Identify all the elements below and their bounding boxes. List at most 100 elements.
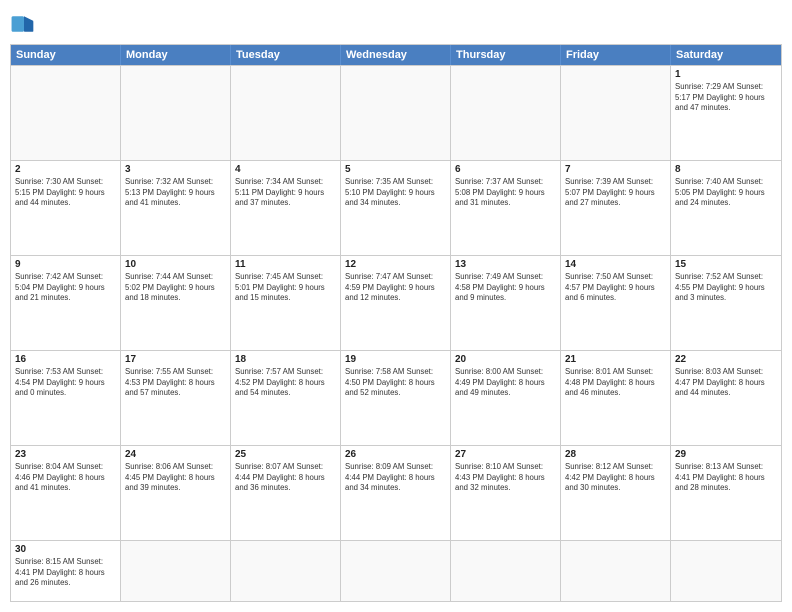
calendar: SundayMondayTuesdayWednesdayThursdayFrid… bbox=[10, 44, 782, 602]
calendar-week-2: 2 Sunrise: 7:30 AM Sunset: 5:15 PM Daylig… bbox=[11, 160, 781, 255]
day-number: 6 bbox=[455, 164, 556, 175]
day-info: Sunrise: 7:32 AM Sunset: 5:13 PM Dayligh… bbox=[125, 177, 226, 209]
day-info: Sunrise: 8:15 AM Sunset: 4:41 PM Dayligh… bbox=[15, 557, 116, 589]
calendar-header: SundayMondayTuesdayWednesdayThursdayFrid… bbox=[11, 45, 781, 65]
header-day-sunday: Sunday bbox=[11, 45, 121, 65]
day-number: 1 bbox=[675, 69, 777, 80]
day-info: Sunrise: 8:12 AM Sunset: 4:42 PM Dayligh… bbox=[565, 462, 666, 494]
day-number: 26 bbox=[345, 449, 446, 460]
logo-icon bbox=[10, 10, 38, 38]
day-info: Sunrise: 7:29 AM Sunset: 5:17 PM Dayligh… bbox=[675, 82, 777, 114]
page-header bbox=[10, 10, 782, 38]
day-number: 5 bbox=[345, 164, 446, 175]
calendar-week-1: 1 Sunrise: 7:29 AM Sunset: 5:17 PM Daylig… bbox=[11, 65, 781, 160]
day-info: Sunrise: 7:53 AM Sunset: 4:54 PM Dayligh… bbox=[15, 367, 116, 399]
calendar-cell: 23 Sunrise: 8:04 AM Sunset: 4:46 PM Dayli… bbox=[11, 446, 121, 540]
day-number: 19 bbox=[345, 354, 446, 365]
day-number: 11 bbox=[235, 259, 336, 270]
day-info: Sunrise: 7:49 AM Sunset: 4:58 PM Dayligh… bbox=[455, 272, 556, 304]
day-info: Sunrise: 8:07 AM Sunset: 4:44 PM Dayligh… bbox=[235, 462, 336, 494]
calendar-cell bbox=[671, 541, 781, 601]
calendar-cell bbox=[11, 66, 121, 160]
day-info: Sunrise: 8:00 AM Sunset: 4:49 PM Dayligh… bbox=[455, 367, 556, 399]
day-info: Sunrise: 7:40 AM Sunset: 5:05 PM Dayligh… bbox=[675, 177, 777, 209]
calendar-cell: 3Sunrise: 7:32 AM Sunset: 5:13 PM Daylig… bbox=[121, 161, 231, 255]
day-number: 28 bbox=[565, 449, 666, 460]
day-info: Sunrise: 7:34 AM Sunset: 5:11 PM Dayligh… bbox=[235, 177, 336, 209]
day-number: 8 bbox=[675, 164, 777, 175]
day-number: 22 bbox=[675, 354, 777, 365]
day-info: Sunrise: 8:13 AM Sunset: 4:41 PM Dayligh… bbox=[675, 462, 777, 494]
calendar-cell: 19Sunrise: 7:58 AM Sunset: 4:50 PM Dayli… bbox=[341, 351, 451, 445]
calendar-cell: 20 Sunrise: 8:00 AM Sunset: 4:49 PM Dayli… bbox=[451, 351, 561, 445]
calendar-cell: 4Sunrise: 7:34 AM Sunset: 5:11 PM Daylig… bbox=[231, 161, 341, 255]
day-number: 18 bbox=[235, 354, 336, 365]
header-day-wednesday: Wednesday bbox=[341, 45, 451, 65]
calendar-cell: 12Sunrise: 7:47 AM Sunset: 4:59 PM Dayli… bbox=[341, 256, 451, 350]
calendar-cell: 6 Sunrise: 7:37 AM Sunset: 5:08 PM Daylig… bbox=[451, 161, 561, 255]
day-number: 12 bbox=[345, 259, 446, 270]
calendar-cell: 30Sunrise: 8:15 AM Sunset: 4:41 PM Dayli… bbox=[11, 541, 121, 601]
day-number: 7 bbox=[565, 164, 666, 175]
calendar-cell: 24Sunrise: 8:06 AM Sunset: 4:45 PM Dayli… bbox=[121, 446, 231, 540]
calendar-cell: 10Sunrise: 7:44 AM Sunset: 5:02 PM Dayli… bbox=[121, 256, 231, 350]
calendar-cell bbox=[561, 66, 671, 160]
day-number: 2 bbox=[15, 164, 116, 175]
calendar-cell: 15 Sunrise: 7:52 AM Sunset: 4:55 PM Dayli… bbox=[671, 256, 781, 350]
calendar-cell: 29 Sunrise: 8:13 AM Sunset: 4:41 PM Dayli… bbox=[671, 446, 781, 540]
day-number: 17 bbox=[125, 354, 226, 365]
day-number: 15 bbox=[675, 259, 777, 270]
day-info: Sunrise: 8:04 AM Sunset: 4:46 PM Dayligh… bbox=[15, 462, 116, 494]
day-info: Sunrise: 7:50 AM Sunset: 4:57 PM Dayligh… bbox=[565, 272, 666, 304]
day-number: 9 bbox=[15, 259, 116, 270]
calendar-week-5: 23 Sunrise: 8:04 AM Sunset: 4:46 PM Dayli… bbox=[11, 445, 781, 540]
day-info: Sunrise: 7:44 AM Sunset: 5:02 PM Dayligh… bbox=[125, 272, 226, 304]
calendar-cell bbox=[341, 66, 451, 160]
day-number: 20 bbox=[455, 354, 556, 365]
calendar-cell: 26 Sunrise: 8:09 AM Sunset: 4:44 PM Dayli… bbox=[341, 446, 451, 540]
calendar-cell: 5Sunrise: 7:35 AM Sunset: 5:10 PM Daylig… bbox=[341, 161, 451, 255]
day-info: Sunrise: 7:39 AM Sunset: 5:07 PM Dayligh… bbox=[565, 177, 666, 209]
calendar-cell bbox=[561, 541, 671, 601]
day-number: 29 bbox=[675, 449, 777, 460]
header-day-monday: Monday bbox=[121, 45, 231, 65]
calendar-cell bbox=[451, 541, 561, 601]
day-number: 27 bbox=[455, 449, 556, 460]
calendar-cell: 16Sunrise: 7:53 AM Sunset: 4:54 PM Dayli… bbox=[11, 351, 121, 445]
day-info: Sunrise: 7:45 AM Sunset: 5:01 PM Dayligh… bbox=[235, 272, 336, 304]
day-info: Sunrise: 8:03 AM Sunset: 4:47 PM Dayligh… bbox=[675, 367, 777, 399]
day-number: 13 bbox=[455, 259, 556, 270]
calendar-cell: 1 Sunrise: 7:29 AM Sunset: 5:17 PM Daylig… bbox=[671, 66, 781, 160]
day-info: Sunrise: 8:10 AM Sunset: 4:43 PM Dayligh… bbox=[455, 462, 556, 494]
calendar-cell: 27 Sunrise: 8:10 AM Sunset: 4:43 PM Dayli… bbox=[451, 446, 561, 540]
day-info: Sunrise: 8:01 AM Sunset: 4:48 PM Dayligh… bbox=[565, 367, 666, 399]
calendar-cell: 2 Sunrise: 7:30 AM Sunset: 5:15 PM Daylig… bbox=[11, 161, 121, 255]
calendar-cell bbox=[341, 541, 451, 601]
day-info: Sunrise: 8:09 AM Sunset: 4:44 PM Dayligh… bbox=[345, 462, 446, 494]
day-number: 23 bbox=[15, 449, 116, 460]
calendar-cell: 21 Sunrise: 8:01 AM Sunset: 4:48 PM Dayli… bbox=[561, 351, 671, 445]
day-number: 25 bbox=[235, 449, 336, 460]
calendar-cell: 8 Sunrise: 7:40 AM Sunset: 5:05 PM Daylig… bbox=[671, 161, 781, 255]
day-info: Sunrise: 7:37 AM Sunset: 5:08 PM Dayligh… bbox=[455, 177, 556, 209]
calendar-week-6: 30Sunrise: 8:15 AM Sunset: 4:41 PM Dayli… bbox=[11, 540, 781, 601]
header-day-thursday: Thursday bbox=[451, 45, 561, 65]
calendar-cell: 28 Sunrise: 8:12 AM Sunset: 4:42 PM Dayli… bbox=[561, 446, 671, 540]
day-number: 21 bbox=[565, 354, 666, 365]
header-day-tuesday: Tuesday bbox=[231, 45, 341, 65]
day-info: Sunrise: 7:52 AM Sunset: 4:55 PM Dayligh… bbox=[675, 272, 777, 304]
calendar-cell bbox=[451, 66, 561, 160]
day-info: Sunrise: 7:30 AM Sunset: 5:15 PM Dayligh… bbox=[15, 177, 116, 209]
calendar-cell: 22 Sunrise: 8:03 AM Sunset: 4:47 PM Dayli… bbox=[671, 351, 781, 445]
logo bbox=[10, 10, 42, 38]
calendar-cell: 18 Sunrise: 7:57 AM Sunset: 4:52 PM Dayli… bbox=[231, 351, 341, 445]
calendar-cell: 17 Sunrise: 7:55 AM Sunset: 4:53 PM Dayli… bbox=[121, 351, 231, 445]
calendar-cell bbox=[231, 66, 341, 160]
day-info: Sunrise: 7:42 AM Sunset: 5:04 PM Dayligh… bbox=[15, 272, 116, 304]
day-info: Sunrise: 7:57 AM Sunset: 4:52 PM Dayligh… bbox=[235, 367, 336, 399]
day-info: Sunrise: 7:55 AM Sunset: 4:53 PM Dayligh… bbox=[125, 367, 226, 399]
calendar-cell bbox=[121, 66, 231, 160]
calendar-cell: 9 Sunrise: 7:42 AM Sunset: 5:04 PM Daylig… bbox=[11, 256, 121, 350]
header-day-saturday: Saturday bbox=[671, 45, 781, 65]
calendar-cell: 11 Sunrise: 7:45 AM Sunset: 5:01 PM Dayli… bbox=[231, 256, 341, 350]
